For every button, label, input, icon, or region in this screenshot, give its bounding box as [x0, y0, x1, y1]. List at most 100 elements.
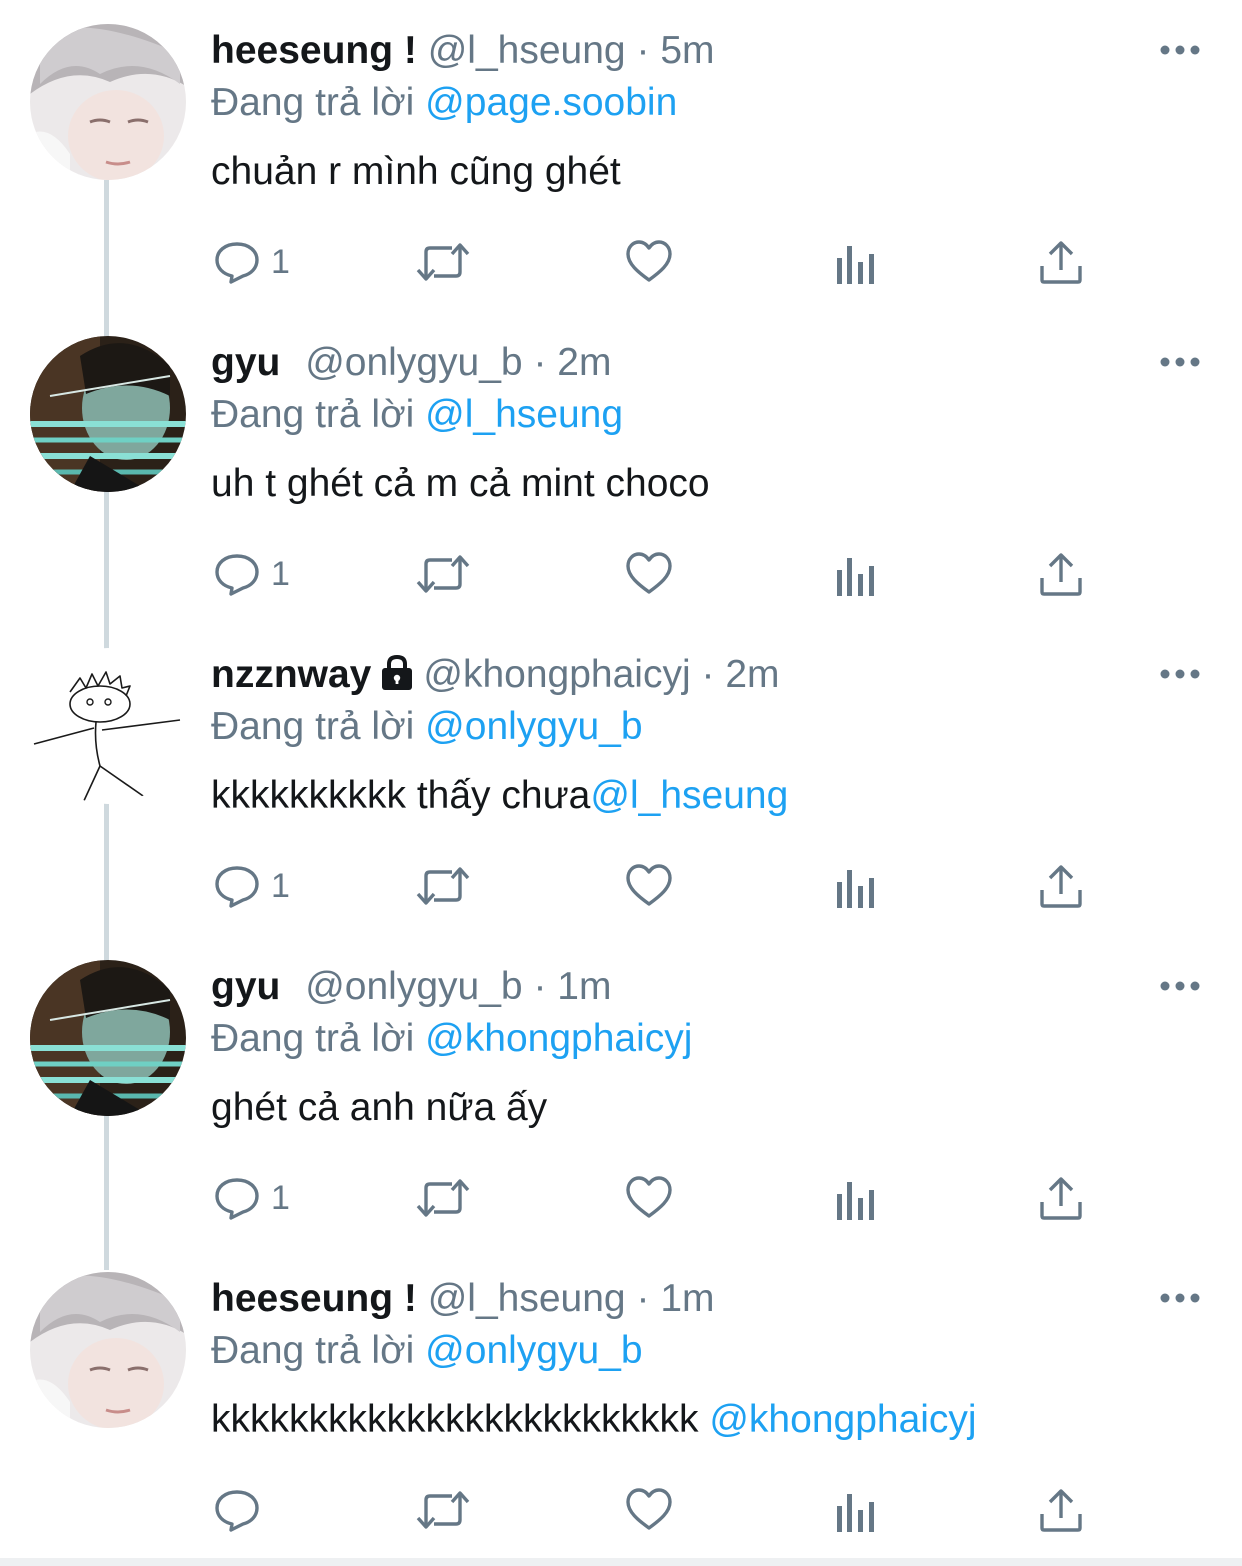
more-icon[interactable]: [1158, 1290, 1202, 1306]
tweet[interactable]: gyu @onlygyu_b · 1m Đang trả lời @khongp…: [0, 936, 1242, 1248]
retweet-icon: [414, 238, 472, 286]
analytics-button[interactable]: [834, 1172, 878, 1224]
like-icon: [624, 1486, 674, 1534]
like-button[interactable]: [624, 548, 674, 600]
tweet[interactable]: heeseung ! @l_hseung · 1m Đang trả lời @…: [0, 1248, 1242, 1560]
analytics-icon: [834, 550, 878, 598]
timestamp[interactable]: 2m: [557, 341, 611, 384]
retweet-button[interactable]: [414, 1172, 472, 1224]
user-handle[interactable]: @onlygyu_b: [305, 965, 522, 1008]
more-icon[interactable]: [1158, 666, 1202, 682]
retweet-button[interactable]: [414, 548, 472, 600]
tweet-text-mention[interactable]: @khongphaicyj: [709, 1398, 976, 1441]
tweet-header: heeseung ! @l_hseung · 5m: [211, 26, 715, 76]
replying-to-mention[interactable]: @onlygyu_b: [425, 705, 642, 748]
analytics-button[interactable]: [834, 236, 878, 288]
replying-to-mention[interactable]: @l_hseung: [425, 393, 623, 436]
replying-to-mention[interactable]: @khongphaicyj: [425, 1017, 692, 1060]
separator: ·: [533, 965, 547, 1008]
avatar[interactable]: [30, 648, 186, 804]
tweet[interactable]: nzznway @khongphaicyj · 2m Đang trả lời @…: [0, 624, 1242, 936]
replying-prefix: Đang trả lời: [211, 1017, 415, 1060]
reply-icon: [213, 1486, 261, 1534]
tweet-text: kkkkkkkkkkkkkkkkkkkkkkkkk @khongphaicyj: [211, 1394, 977, 1446]
share-button[interactable]: [1038, 1172, 1084, 1224]
tweet-actions: [0, 1484, 1242, 1536]
display-name[interactable]: heeseung !: [211, 1277, 417, 1320]
avatar[interactable]: [30, 1272, 186, 1428]
retweet-icon: [414, 1486, 472, 1534]
display-name[interactable]: nzznway: [211, 653, 371, 696]
retweet-button[interactable]: [414, 1484, 472, 1536]
replying-to-mention[interactable]: @onlygyu_b: [425, 1329, 642, 1372]
share-icon: [1038, 862, 1084, 910]
tweet[interactable]: heeseung ! @l_hseung · 5m Đang trả lời @…: [0, 0, 1242, 312]
more-icon[interactable]: [1158, 978, 1202, 994]
display-name[interactable]: heeseung !: [211, 29, 417, 72]
display-name[interactable]: gyu: [211, 341, 280, 384]
display-name[interactable]: gyu: [211, 965, 280, 1008]
replying-prefix: Đang trả lời: [211, 393, 415, 436]
share-button[interactable]: [1038, 548, 1084, 600]
analytics-button[interactable]: [834, 1484, 878, 1536]
timestamp[interactable]: 2m: [725, 653, 779, 696]
retweet-icon: [414, 1174, 472, 1222]
replying-to: Đang trả lời @onlygyu_b: [211, 702, 643, 752]
replying-prefix: Đang trả lời: [211, 705, 415, 748]
more-icon[interactable]: [1158, 354, 1202, 370]
analytics-icon: [834, 862, 878, 910]
tweet-text-mention[interactable]: @l_hseung: [590, 774, 788, 817]
reply-button[interactable]: [213, 1484, 271, 1536]
reply-button[interactable]: 1: [213, 860, 290, 912]
reply-count: 1: [271, 866, 290, 905]
reply-icon: [213, 862, 261, 910]
timestamp[interactable]: 5m: [660, 29, 714, 72]
more-icon[interactable]: [1158, 42, 1202, 58]
retweet-button[interactable]: [414, 860, 472, 912]
avatar[interactable]: [30, 24, 186, 180]
reply-icon: [213, 1174, 261, 1222]
share-icon: [1038, 1174, 1084, 1222]
tweet-actions: 1: [0, 860, 1242, 912]
analytics-button[interactable]: [834, 860, 878, 912]
timestamp[interactable]: 1m: [557, 965, 611, 1008]
gyu-avatar-image: [30, 336, 186, 492]
like-button[interactable]: [624, 1172, 674, 1224]
tweet-text: uh t ghét cả m cả mint choco: [211, 458, 710, 510]
analytics-button[interactable]: [834, 548, 878, 600]
tweet-header: heeseung ! @l_hseung · 1m: [211, 1274, 715, 1324]
reply-button[interactable]: 1: [213, 1172, 290, 1224]
tweet-header: gyu @onlygyu_b · 2m: [211, 338, 611, 388]
timestamp[interactable]: 1m: [660, 1277, 714, 1320]
heeseung-avatar-image: [30, 24, 186, 180]
tweet[interactable]: gyu @onlygyu_b · 2m Đang trả lời @l_hseu…: [0, 312, 1242, 624]
user-handle[interactable]: @khongphaicyj: [423, 653, 690, 696]
retweet-icon: [414, 550, 472, 598]
share-icon: [1038, 550, 1084, 598]
like-button[interactable]: [624, 860, 674, 912]
tweet-text-content: kkkkkkkkkkkkkkkkkkkkkkkkk: [211, 1398, 710, 1441]
user-handle[interactable]: @onlygyu_b: [305, 341, 522, 384]
share-button[interactable]: [1038, 236, 1084, 288]
avatar[interactable]: [30, 336, 186, 492]
doodle-avatar-image: [30, 648, 186, 804]
separator: ·: [533, 341, 547, 384]
user-handle[interactable]: @l_hseung: [428, 1277, 626, 1320]
separator: ·: [636, 1277, 650, 1320]
share-icon: [1038, 1486, 1084, 1534]
avatar[interactable]: [30, 960, 186, 1116]
reply-button[interactable]: 1: [213, 236, 290, 288]
reply-button[interactable]: 1: [213, 548, 290, 600]
retweet-button[interactable]: [414, 236, 472, 288]
separator: ·: [701, 653, 715, 696]
analytics-icon: [834, 238, 878, 286]
like-button[interactable]: [624, 1484, 674, 1536]
user-handle[interactable]: @l_hseung: [428, 29, 626, 72]
tweet-text: chuản r mình cũng ghét: [211, 146, 621, 198]
heeseung-avatar-image: [30, 1272, 186, 1428]
share-button[interactable]: [1038, 860, 1084, 912]
like-button[interactable]: [624, 236, 674, 288]
share-button[interactable]: [1038, 1484, 1084, 1536]
lock-icon: [379, 653, 415, 704]
replying-to-mention[interactable]: @page.soobin: [425, 81, 677, 124]
